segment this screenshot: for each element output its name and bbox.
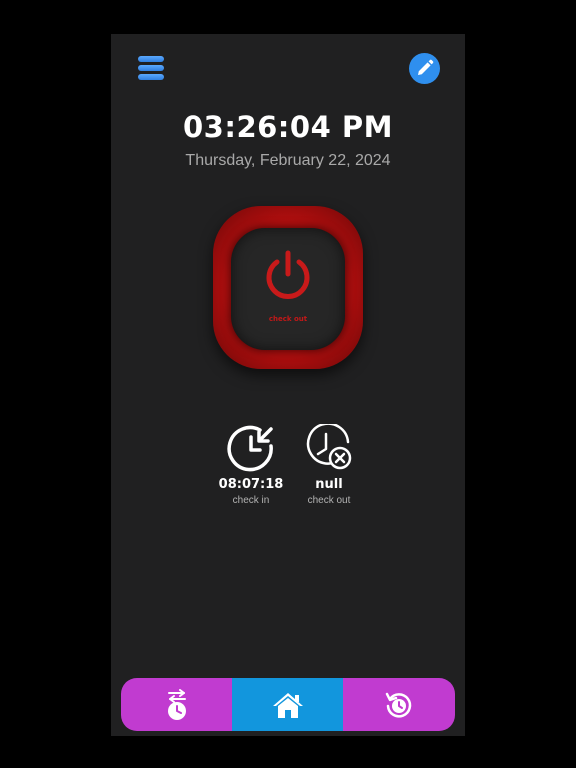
pencil-icon bbox=[418, 59, 434, 75]
check-in-stat: 08:07:18 check in bbox=[211, 424, 291, 506]
menu-icon-bar bbox=[138, 74, 164, 80]
bottom-navigation bbox=[121, 678, 455, 731]
nav-home[interactable] bbox=[232, 678, 343, 731]
check-in-time: 08:07:18 bbox=[218, 477, 284, 492]
check-out-power-button[interactable]: check out bbox=[213, 206, 363, 369]
check-out-label: check out bbox=[307, 495, 351, 506]
power-button-face: check out bbox=[231, 228, 345, 350]
menu-button[interactable] bbox=[136, 54, 166, 82]
check-out-clock-icon bbox=[306, 424, 352, 470]
check-out-stat: null check out bbox=[289, 424, 369, 506]
menu-icon-bar bbox=[138, 65, 164, 71]
edit-button[interactable] bbox=[409, 53, 440, 84]
power-button-label: check out bbox=[268, 315, 308, 323]
current-time: 03:26:04 PM bbox=[183, 110, 393, 144]
check-out-time: null bbox=[315, 477, 343, 492]
app-screen: 03:26:04 PM Thursday, February 22, 2024 … bbox=[111, 34, 465, 736]
current-date: Thursday, February 22, 2024 bbox=[185, 152, 391, 169]
history-icon bbox=[385, 692, 411, 718]
nav-attendance[interactable] bbox=[121, 678, 232, 731]
swap-clock-icon bbox=[167, 688, 186, 720]
nav-history[interactable] bbox=[343, 678, 454, 731]
power-icon bbox=[266, 250, 310, 299]
home-icon bbox=[272, 692, 303, 718]
menu-icon-bar bbox=[138, 56, 164, 62]
check-in-clock-icon bbox=[227, 425, 273, 472]
check-in-label: check in bbox=[232, 495, 270, 506]
